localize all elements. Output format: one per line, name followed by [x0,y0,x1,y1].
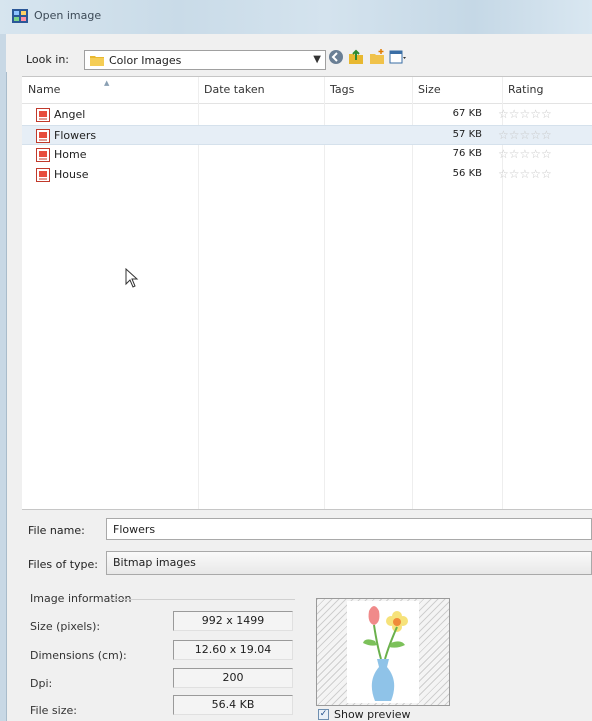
rating-stars-icon[interactable]: ☆☆☆☆☆ [498,107,552,121]
filetype-value: Bitmap images [113,556,196,569]
file-list[interactable]: ▲ Name Date taken Tags Size Rating Angel… [22,76,592,510]
column-header-rating[interactable]: Rating [502,77,592,103]
file-size: 76 KB [452,148,482,159]
view-menu-icon[interactable] [388,48,406,66]
column-header-name[interactable]: Name [22,77,198,103]
preview-canvas [347,601,419,703]
table-row[interactable]: House 56 KB ☆☆☆☆☆ [22,165,592,185]
file-name: House [54,168,89,181]
up-folder-icon[interactable] [347,48,365,66]
lookin-folder-name: Color Images [109,54,182,67]
filename-label: File name: [28,524,85,537]
column-header-tags[interactable]: Tags [324,77,412,103]
title-bar[interactable]: Open image [0,0,592,35]
open-image-dialog: Open image Look in: Color Images ▼ ▲ Nam… [0,0,592,721]
table-row[interactable]: Home 76 KB ☆☆☆☆☆ [22,145,592,165]
flower-vase-thumbnail-icon [363,606,408,701]
group-divider [110,599,295,600]
file-size: 57 KB [452,129,482,140]
file-name: Angel [54,108,86,121]
file-size-value: 56.4 KB [173,695,293,715]
dimensions-label: Dimensions (cm): [30,649,127,662]
dpi-value: 200 [173,668,293,688]
lookin-toolbar: Look in: Color Images ▼ [6,34,592,72]
table-row[interactable]: Angel 67 KB ☆☆☆☆☆ [22,105,592,125]
window-title: Open image [34,9,102,22]
size-pixels-value: 992 x 1499 [173,611,293,631]
dpi-label: Dpi: [30,677,53,690]
image-preview [316,598,450,706]
file-name: Flowers [54,129,97,142]
file-size-label: File size: [30,704,77,717]
mouse-cursor-icon [125,268,139,288]
rating-stars-icon[interactable]: ☆☆☆☆☆ [498,147,552,161]
filetype-label: Files of type: [28,558,99,571]
rating-stars-icon[interactable]: ☆☆☆☆☆ [498,167,552,181]
size-pixels-label: Size (pixels): [30,620,101,633]
window-left-frame [0,34,7,721]
file-name: Home [54,148,87,161]
lookin-combobox[interactable]: Color Images ▼ [84,50,326,70]
rating-stars-icon[interactable]: ☆☆☆☆☆ [498,128,552,142]
column-header-size[interactable]: Size [412,77,502,103]
back-icon[interactable] [327,48,345,66]
folder-icon [90,56,104,66]
app-icon [12,9,28,23]
chevron-down-icon: ▼ [313,54,321,65]
lookin-label: Look in: [26,53,69,66]
filetype-select[interactable]: Bitmap images [106,551,592,575]
file-size: 67 KB [452,108,482,119]
filename-value: Flowers [113,523,156,536]
column-header-date-taken[interactable]: Date taken [198,77,324,103]
image-file-icon [36,129,50,143]
show-preview-checkbox[interactable]: ✓ [318,709,329,720]
new-folder-icon[interactable] [368,48,386,66]
image-file-icon [36,148,50,162]
file-size: 56 KB [452,168,482,179]
table-row-selected[interactable]: Flowers 57 KB ☆☆☆☆☆ [22,125,592,145]
image-file-icon [36,168,50,182]
dimensions-value: 12.60 x 19.04 [173,640,293,660]
image-file-icon [36,108,50,122]
list-header: ▲ Name Date taken Tags Size Rating [22,77,592,104]
show-preview-label: Show preview [334,708,411,721]
filename-input[interactable]: Flowers [106,518,592,540]
